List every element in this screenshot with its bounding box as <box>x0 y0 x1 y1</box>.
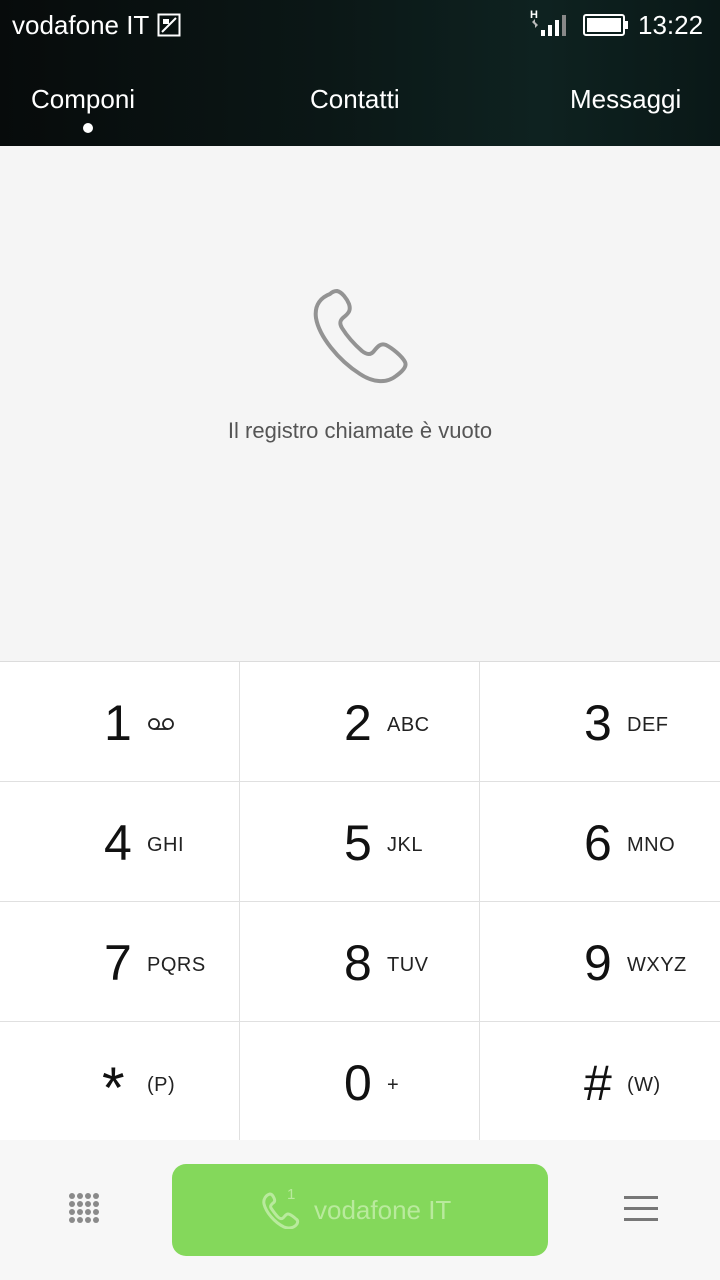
phone-icon <box>313 289 408 383</box>
key-letters: + <box>387 1074 400 1096</box>
key-digit: 7 <box>104 935 132 991</box>
key-digit: 4 <box>104 815 132 871</box>
key-letters: ABC <box>387 714 430 736</box>
sim-card-icon <box>157 13 181 37</box>
key-digit: 9 <box>584 935 612 991</box>
key-digit: 1 <box>104 695 132 751</box>
key-9[interactable]: 9 WXYZ <box>480 902 720 1022</box>
key-star[interactable]: * (P) <box>0 1022 240 1141</box>
active-tab-indicator <box>83 123 93 133</box>
menu-icon[interactable] <box>624 1195 658 1223</box>
key-hash[interactable]: # (W) <box>480 1022 720 1141</box>
app-header: vodafone IT H 13:22 Componi Contatti Mes… <box>0 0 720 146</box>
key-digit: 8 <box>344 935 372 991</box>
key-letters: MNO <box>627 834 676 856</box>
key-5[interactable]: 5 JKL <box>240 782 480 902</box>
dialer-action-bar: 1 vodafone IT <box>0 1140 720 1280</box>
tab-messaggi[interactable]: Messaggi <box>570 84 681 115</box>
key-0[interactable]: 0 + <box>240 1022 480 1141</box>
tab-componi[interactable]: Componi <box>31 84 135 115</box>
key-2[interactable]: 2 ABC <box>240 662 480 782</box>
key-digit: 0 <box>344 1055 372 1111</box>
key-3[interactable]: 3 DEF <box>480 662 720 782</box>
key-4[interactable]: 4 GHI <box>0 782 240 902</box>
key-digit: * <box>102 1056 125 1121</box>
call-button[interactable]: 1 vodafone IT <box>172 1164 548 1256</box>
key-letters: PQRS <box>147 954 206 976</box>
key-letters: WXYZ <box>627 954 687 976</box>
key-1[interactable]: 1 <box>0 662 240 782</box>
key-digit: 5 <box>344 815 372 871</box>
battery-icon <box>583 14 628 36</box>
key-letters: (W) <box>627 1074 661 1096</box>
key-8[interactable]: 8 TUV <box>240 902 480 1022</box>
key-digit: 3 <box>584 695 612 751</box>
carrier-name: vodafone IT <box>12 10 150 40</box>
key-letters: GHI <box>147 834 185 856</box>
tab-contatti[interactable]: Contatti <box>310 84 400 115</box>
key-letters: (P) <box>147 1074 176 1096</box>
call-log-empty-state: Il registro chiamate è vuoto <box>0 146 720 661</box>
key-digit: # <box>584 1055 612 1111</box>
clock: 13:22 <box>638 10 704 40</box>
call-button-label: vodafone IT <box>314 1195 452 1225</box>
network-type-label: H <box>530 9 538 21</box>
key-letters: DEF <box>627 714 669 736</box>
dial-keypad: 1 2 ABC 3 DEF 4 GHI 5 JKL 6 MNO 7 PQRS 8… <box>0 661 720 1141</box>
key-7[interactable]: 7 PQRS <box>0 902 240 1022</box>
dialpad-icon[interactable] <box>66 1190 102 1226</box>
key-digit: 2 <box>344 695 372 751</box>
key-digit: 6 <box>584 815 612 871</box>
voicemail-icon <box>148 718 174 730</box>
key-6[interactable]: 6 MNO <box>480 782 720 902</box>
status-bar: vodafone IT H 13:22 <box>0 0 720 52</box>
signal-icon: H <box>530 9 566 36</box>
key-letters: TUV <box>387 954 429 976</box>
sim-slot-number: 1 <box>287 1186 296 1203</box>
key-letters: JKL <box>387 834 423 856</box>
tab-bar: Componi Contatti Messaggi <box>0 72 720 146</box>
empty-call-log-message: Il registro chiamate è vuoto <box>227 418 493 443</box>
